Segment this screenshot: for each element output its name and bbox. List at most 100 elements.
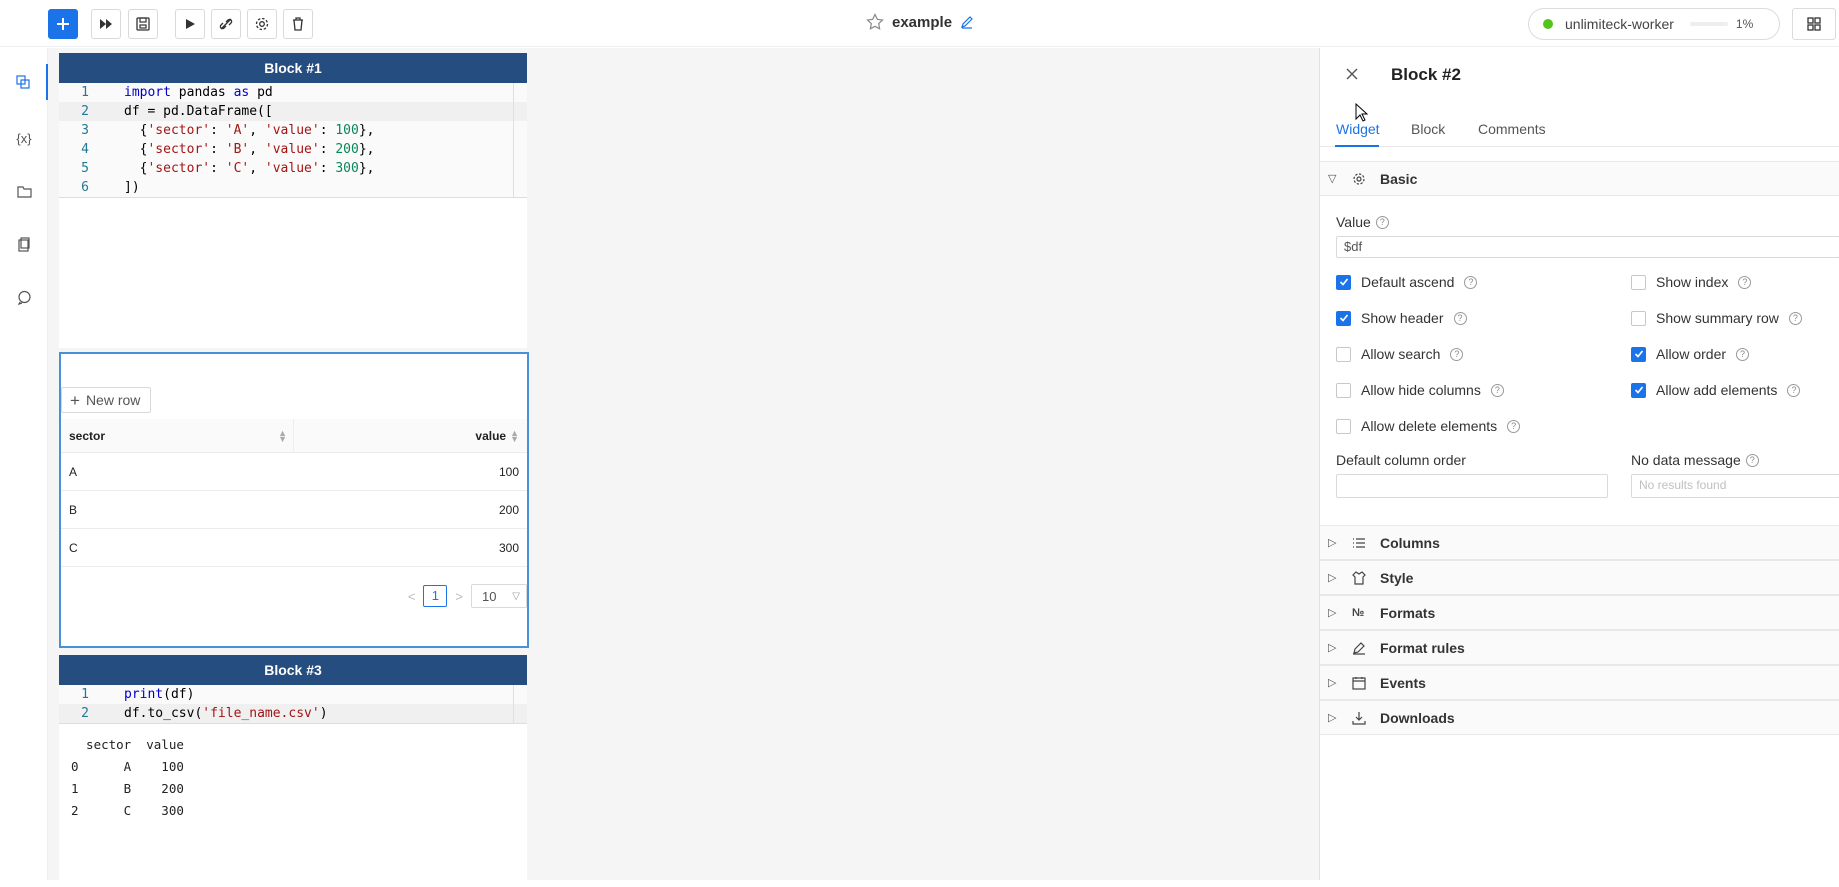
sort-icon[interactable]: ▲ ▼ — [278, 428, 287, 443]
chevron-right-icon: ▷ — [1328, 677, 1337, 689]
table-widget-block[interactable]: + New row sector ▲ ▼ value ▲ ▼ A 100 B 200 — [59, 352, 529, 648]
chevron-right-icon: ▷ — [1328, 712, 1337, 724]
section-downloads[interactable]: ▷ Downloads — [1320, 700, 1839, 735]
table-row[interactable]: A 100 — [61, 453, 527, 491]
section-formats[interactable]: ▷ № Formats — [1320, 595, 1839, 630]
checkbox-checked[interactable] — [1631, 382, 1646, 398]
new-row-button[interactable]: + New row — [61, 387, 152, 413]
show-summary-row-checkbox[interactable]: Show summary row ? — [1631, 310, 1802, 326]
value-input[interactable]: $df — [1336, 236, 1839, 258]
notebook-canvas: Block #1 1 import pandas as pd 2 df = pd.D… — [48, 48, 1319, 887]
help-icon[interactable]: ? — [1787, 383, 1801, 397]
nav-blocks[interactable] — [0, 64, 48, 100]
layout-button[interactable] — [1792, 8, 1836, 40]
edit-icon[interactable] — [960, 15, 974, 29]
panel-title: Block #2 — [1391, 65, 1461, 84]
allow-search-checkbox[interactable]: Allow search ? — [1336, 346, 1464, 362]
help-icon[interactable]: ? — [1745, 453, 1759, 467]
checkbox-unchecked[interactable] — [1631, 274, 1646, 290]
nav-files[interactable] — [0, 173, 48, 209]
allow-order-checkbox[interactable]: Allow order ? — [1631, 346, 1750, 362]
code-editor[interactable]: 1 print(df) 2 df.to_csv('file_name.csv') — [59, 685, 527, 724]
fast-forward-icon — [100, 19, 112, 29]
help-icon[interactable]: ? — [1490, 383, 1504, 397]
editor-scrollbar[interactable] — [513, 685, 527, 723]
tab-comments[interactable]: Comments — [1478, 121, 1546, 137]
sort-icon[interactable]: ▲ ▼ — [510, 428, 519, 443]
checkbox-unchecked[interactable] — [1336, 418, 1351, 434]
block-header: Block #1 — [59, 53, 527, 83]
section-events[interactable]: ▷ Events — [1320, 665, 1839, 700]
nav-clipboard[interactable] — [0, 226, 48, 262]
shirt-icon — [1352, 570, 1374, 585]
tab-widget[interactable]: Widget — [1336, 121, 1380, 137]
help-icon[interactable]: ? — [1453, 311, 1467, 325]
run-all-button[interactable] — [91, 9, 121, 39]
prev-page-button[interactable]: < — [408, 589, 416, 604]
disconnect-icon — [219, 18, 233, 30]
worker-status[interactable]: unlimiteck-worker 1% — [1528, 8, 1780, 40]
top-toolbar: example unlimiteck-worker 1% — [0, 0, 1839, 47]
calendar-icon — [1352, 676, 1374, 690]
checkbox-unchecked[interactable] — [1336, 382, 1351, 398]
help-icon[interactable]: ? — [1450, 347, 1464, 361]
page-1-button[interactable]: 1 — [423, 585, 448, 607]
settings-button[interactable] — [247, 9, 277, 39]
pagination: < 1 > 10 ▽ — [408, 584, 527, 608]
disconnect-button[interactable] — [211, 9, 241, 39]
plus-icon — [57, 18, 69, 30]
checkbox-checked[interactable] — [1631, 346, 1646, 362]
editor-scrollbar[interactable] — [513, 83, 527, 197]
grid-icon — [1807, 17, 1821, 31]
run-button[interactable] — [175, 9, 205, 39]
code-editor[interactable]: 1 import pandas as pd 2 df = pd.DataFrame(… — [59, 83, 527, 198]
show-index-checkbox[interactable]: Show index ? — [1631, 274, 1752, 290]
section-basic[interactable]: ▽ Basic — [1320, 161, 1839, 196]
variables-icon: {x} — [16, 130, 32, 146]
no-data-message-input[interactable]: No results found — [1631, 474, 1839, 498]
chevron-down-icon: ▽ — [512, 590, 520, 602]
checkbox-checked[interactable] — [1336, 310, 1351, 326]
code-block-3[interactable]: Block #3 1 print(df) 2 df.to_csv('file_nam… — [59, 655, 527, 887]
gear-icon — [1352, 172, 1374, 186]
help-icon[interactable]: ? — [1788, 311, 1802, 325]
chat-icon — [17, 290, 31, 305]
checkbox-checked[interactable] — [1336, 274, 1351, 290]
help-icon[interactable]: ? — [1736, 347, 1750, 361]
table-row[interactable]: C 300 — [61, 529, 527, 567]
section-style[interactable]: ▷ Style — [1320, 560, 1839, 595]
add-block-button[interactable] — [48, 9, 78, 39]
allow-delete-elements-checkbox[interactable]: Allow delete elements ? — [1336, 418, 1521, 434]
column-header-value[interactable]: value ▲ ▼ — [294, 419, 527, 452]
plus-icon: + — [70, 390, 80, 410]
help-icon[interactable]: ? — [1375, 215, 1389, 229]
save-button[interactable] — [128, 9, 158, 39]
help-icon[interactable]: ? — [1464, 275, 1478, 289]
nav-variables[interactable]: {x} — [0, 120, 48, 156]
nav-comments[interactable] — [0, 279, 48, 315]
clipboard-icon — [18, 236, 30, 252]
checkbox-unchecked[interactable] — [1631, 310, 1646, 326]
code-block-1[interactable]: Block #1 1 import pandas as pd 2 df = pd.D… — [59, 53, 527, 348]
page-size-select[interactable]: 10 ▽ — [471, 584, 527, 608]
close-panel-button[interactable] — [1342, 64, 1362, 84]
table-row[interactable]: B 200 — [61, 491, 527, 529]
default-ascend-checkbox[interactable]: Default ascend ? — [1336, 274, 1478, 290]
trash-icon — [293, 17, 303, 31]
checkbox-unchecked[interactable] — [1336, 346, 1351, 362]
column-header-sector[interactable]: sector ▲ ▼ — [61, 419, 294, 452]
allow-hide-columns-checkbox[interactable]: Allow hide columns ? — [1336, 382, 1504, 398]
default-column-order-input[interactable] — [1336, 474, 1608, 498]
section-columns[interactable]: ▷ Columns — [1320, 525, 1839, 560]
help-icon[interactable]: ? — [1507, 419, 1521, 433]
allow-add-elements-checkbox[interactable]: Allow add elements ? — [1631, 382, 1801, 398]
next-page-button[interactable]: > — [455, 589, 463, 604]
close-icon — [1346, 68, 1358, 80]
delete-button[interactable] — [283, 9, 313, 39]
help-icon[interactable]: ? — [1738, 275, 1752, 289]
show-header-checkbox[interactable]: Show header ? — [1336, 310, 1467, 326]
section-format-rules[interactable]: ▷ Format rules — [1320, 630, 1839, 665]
tab-block[interactable]: Block — [1411, 121, 1445, 137]
worker-progress-label: 1% — [1735, 17, 1754, 31]
star-icon[interactable] — [866, 13, 884, 31]
